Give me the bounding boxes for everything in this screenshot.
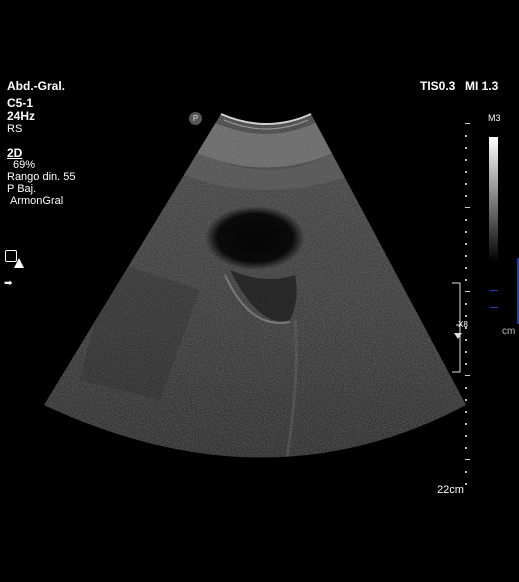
ruler-minor-tick: [465, 231, 467, 233]
probe-label: C5-1: [7, 96, 34, 110]
scan-sector: [44, 114, 466, 458]
ruler-minor-tick: [465, 267, 467, 269]
ruler-minor-tick: [465, 135, 467, 137]
zoom-marker: X8: [458, 320, 468, 329]
power-value: P Baj.: [7, 183, 37, 195]
ruler-minor-tick: [465, 195, 467, 197]
ruler-minor-tick: [465, 183, 467, 185]
ruler-minor-tick: [465, 279, 467, 281]
pointer-icon: ➡: [4, 278, 13, 289]
gain-value: 69%: [13, 159, 36, 171]
rs-label: RS: [7, 123, 23, 135]
ruler-minor-tick: [465, 423, 467, 425]
ruler-minor-tick: [465, 387, 467, 389]
ruler-minor-tick: [465, 315, 467, 317]
ruler-minor-tick: [465, 255, 467, 257]
warning-icon: [14, 258, 24, 268]
ruler-minor-tick: [465, 447, 467, 449]
preset-label: Abd.-Gral.: [7, 79, 66, 93]
ruler-minor-tick: [465, 483, 467, 485]
ruler-major-tick: [465, 375, 470, 376]
ruler-minor-tick: [465, 363, 467, 365]
ruler-major-tick: [465, 123, 470, 124]
ruler-minor-tick: [465, 339, 467, 341]
orientation-marker-icon: P: [189, 112, 202, 125]
ruler-major-tick: [465, 207, 470, 208]
ruler-minor-tick: [465, 219, 467, 221]
frame-rate-label: 24Hz: [7, 109, 36, 123]
ruler-minor-tick: [465, 351, 467, 353]
ruler-minor-tick: [465, 303, 467, 305]
ruler-minor-tick: [465, 159, 467, 161]
grayscale-bar: [489, 137, 498, 262]
ruler-minor-tick: [465, 147, 467, 149]
ruler-minor-tick: [465, 171, 467, 173]
map-label: M3: [488, 113, 501, 123]
ruler-minor-tick: [465, 411, 467, 413]
ruler-minor-tick: [465, 327, 467, 329]
tis-value: TIS0.3: [420, 79, 456, 93]
ruler-minor-tick: [465, 399, 467, 401]
ruler-major-tick: [465, 291, 470, 292]
harmonic-value: ArmonGral: [10, 195, 64, 207]
dynamic-range-value: Rango din. 55: [7, 171, 76, 183]
ruler-minor-tick: [465, 435, 467, 437]
mi-value: MI 1.3: [465, 79, 499, 93]
ruler-minor-tick: [465, 471, 467, 473]
mode-label: 2D: [7, 146, 23, 160]
ruler-major-tick: [465, 459, 470, 460]
ruler-minor-tick: [465, 243, 467, 245]
depth-label: 22cm: [437, 484, 464, 496]
unit-label: cm: [502, 326, 516, 337]
